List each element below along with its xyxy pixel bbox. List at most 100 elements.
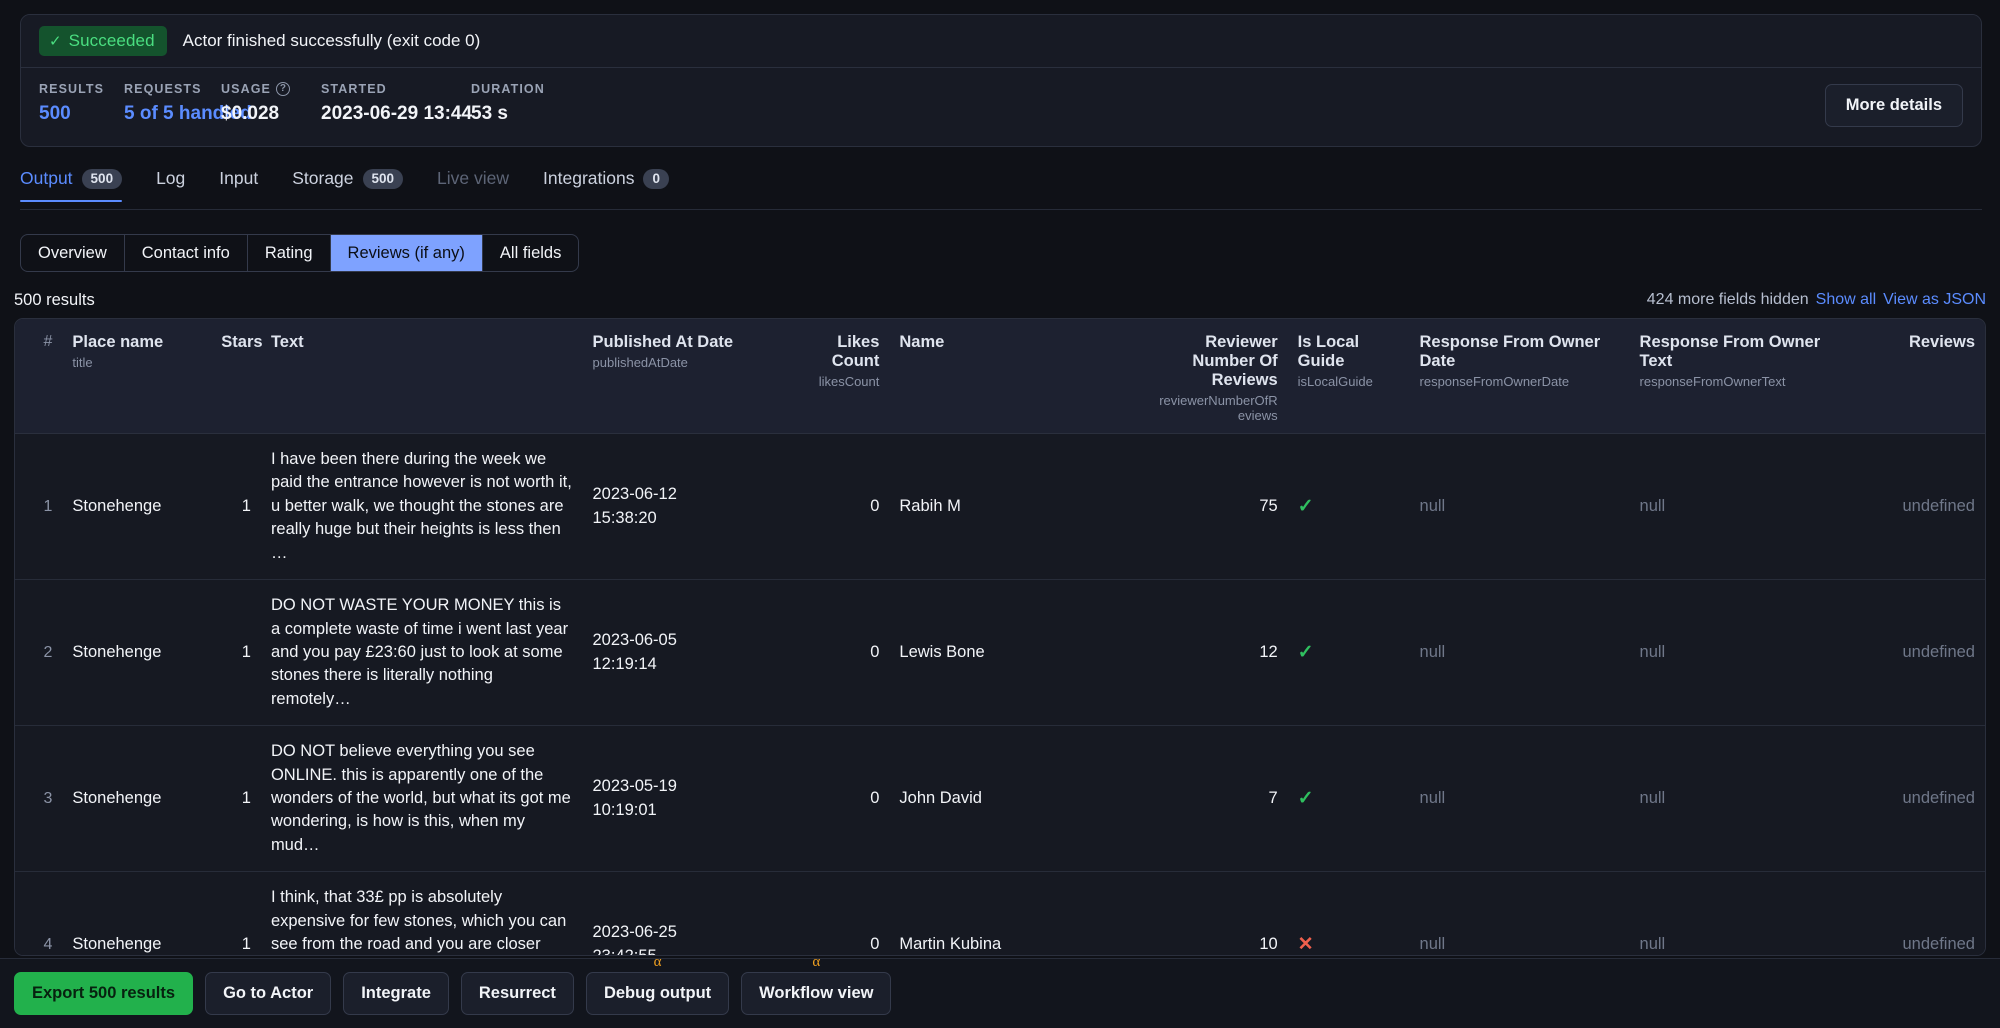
debug-output-label: Debug output xyxy=(603,984,712,1002)
table-row[interactable]: 2 Stonehenge 1 DO NOT WASTE YOUR MONEY this… xyxy=(15,579,1985,727)
metric-started-label: STARTED xyxy=(321,82,387,96)
cell-stars: 1 xyxy=(211,433,261,581)
col-response-from-owner-text-field: responseFromOwnerText xyxy=(1639,374,1786,389)
metric-results-value[interactable]: 500 xyxy=(39,103,124,125)
tab-input[interactable]: Input xyxy=(202,168,275,201)
cell-place-name: Stonehenge xyxy=(62,725,212,873)
metric-usage-label: USAGE ? xyxy=(221,82,321,96)
status-badge: ✓ Succeeded xyxy=(39,26,167,56)
tab-output-count: 500 xyxy=(81,168,123,189)
results-table-head: # Place name title Stars Text Published … xyxy=(15,319,1985,434)
cell-response-from-owner-date: null xyxy=(1409,433,1630,581)
results-table-body: 1 Stonehenge 1 I have been there during the… xyxy=(15,433,1985,956)
check-icon: ✓ xyxy=(49,32,62,50)
metric-usage: USAGE ? $0.028 xyxy=(221,82,321,125)
metric-duration: DURATION 53 s xyxy=(471,82,591,125)
col-response-from-owner-date: Response From Owner Date responseFromOwn… xyxy=(1409,319,1630,434)
metric-results-label: RESULTS xyxy=(39,82,105,96)
integrate-button[interactable]: Integrate xyxy=(343,972,449,1015)
cell-is-local-guide: ✕ xyxy=(1287,871,1410,956)
cell-reviewer-number-of-reviews: 75 xyxy=(1146,433,1288,581)
view-reviews[interactable]: Reviews (if any) xyxy=(330,235,483,271)
tab-output-label: Output xyxy=(20,168,73,188)
cell-response-from-owner-text: null xyxy=(1629,725,1850,873)
cell-text: I think, that 33£ pp is absolutely expen… xyxy=(260,871,583,955)
resurrect-button[interactable]: Resurrect xyxy=(460,972,574,1015)
view-overview[interactable]: Overview xyxy=(21,235,125,271)
bottom-toolbar: Export 500 results Go to Actor Integrate… xyxy=(0,954,2000,1028)
check-icon: ✓ xyxy=(1297,788,1314,810)
main-tabs: Output 500 Log Input Storage 500 Live vi… xyxy=(20,168,1982,210)
debug-output-button[interactable]: α Debug output xyxy=(585,954,730,1015)
metric-requests-value[interactable]: 5 of 5 handled xyxy=(124,103,252,125)
more-details-button[interactable]: More details xyxy=(1824,84,1963,127)
results-count: 500 results xyxy=(14,291,95,309)
view-rating[interactable]: Rating xyxy=(248,235,331,271)
col-is-local-guide: Is Local Guide isLocalGuide xyxy=(1287,319,1410,434)
cell-stars: 1 xyxy=(211,871,261,955)
row-index: 3 xyxy=(15,725,63,873)
row-index: 2 xyxy=(15,579,63,727)
export-results-button[interactable]: Export 500 results xyxy=(14,972,194,1015)
cell-stars: 1 xyxy=(211,579,261,727)
row-index: 1 xyxy=(15,433,63,581)
cell-likes-count: 0 xyxy=(808,433,890,581)
metric-duration-value: 53 s xyxy=(471,103,508,124)
cell-response-from-owner-date: null xyxy=(1409,579,1630,727)
view-contact-info[interactable]: Contact info xyxy=(125,235,248,271)
actor-run-page: ✓ Succeeded Actor finished successfully … xyxy=(0,0,2000,1028)
table-row[interactable]: 4 Stonehenge 1 I think, that 33£ pp is abso… xyxy=(15,871,1985,956)
col-reviewer-number-of-reviews-field: reviewerNumberOfReviews xyxy=(1159,393,1278,423)
col-stars: Stars xyxy=(211,319,263,434)
metric-results: RESULTS 500 xyxy=(39,82,124,125)
tab-storage[interactable]: Storage 500 xyxy=(275,168,420,201)
cell-name: John David xyxy=(889,725,1147,873)
tab-storage-count: 500 xyxy=(362,168,404,189)
cell-response-from-owner-date: null xyxy=(1409,871,1630,955)
view-all-fields[interactable]: All fields xyxy=(483,235,578,271)
workflow-view-label: Workflow view xyxy=(759,984,874,1002)
metric-started: STARTED 2023-06-29 13:44 xyxy=(321,82,473,125)
tab-integrations[interactable]: Integrations 0 xyxy=(526,168,686,201)
tab-log[interactable]: Log xyxy=(139,168,202,201)
tab-input-label: Input xyxy=(219,168,259,188)
metric-started-value: 2023-06-29 13:44 xyxy=(321,103,473,124)
cell-response-from-owner-date: null xyxy=(1409,725,1630,873)
col-published-at-date-field: publishedAtDate xyxy=(592,355,688,370)
help-icon[interactable]: ? xyxy=(275,82,290,96)
run-status-card: ✓ Succeeded Actor finished successfully … xyxy=(20,14,1982,147)
col-text: Text xyxy=(260,319,583,434)
cell-published-at-date: 2023-05-19 10:19:01 xyxy=(582,725,809,873)
status-message: Actor finished successfully (exit code 0… xyxy=(182,31,481,50)
cell-text: DO NOT WASTE YOUR MONEY this is a comple… xyxy=(260,579,583,727)
go-to-actor-button[interactable]: Go to Actor xyxy=(205,972,332,1015)
view-as-json-link[interactable]: View as JSON xyxy=(1883,291,1986,309)
table-row[interactable]: 3 Stonehenge 1 DO NOT believe everything yo… xyxy=(15,725,1985,873)
tab-output[interactable]: Output 500 xyxy=(20,168,139,202)
col-index: # xyxy=(15,319,63,434)
results-table: # Place name title Stars Text Published … xyxy=(15,319,1985,956)
cell-reviews: undefined xyxy=(1849,579,1985,727)
check-icon: ✓ xyxy=(1297,642,1314,664)
col-published-at-date: Published At Date publishedAtDate xyxy=(582,319,809,434)
cell-name: Martin Kubina xyxy=(889,871,1147,955)
results-table-container[interactable]: # Place name title Stars Text Published … xyxy=(14,318,1986,956)
cell-likes-count: 0 xyxy=(808,871,890,955)
alpha-badge-workflow-view: α xyxy=(812,954,821,970)
table-row[interactable]: 1 Stonehenge 1 I have been there during the… xyxy=(15,433,1985,581)
col-place-name: Place name title xyxy=(62,319,212,434)
hidden-fields-label: 424 more fields hidden xyxy=(1646,291,1809,308)
cell-likes-count: 0 xyxy=(808,579,890,727)
metric-requests: REQUESTS 5 of 5 handled xyxy=(124,82,252,125)
cell-place-name: Stonehenge xyxy=(62,433,212,581)
show-all-link[interactable]: Show all xyxy=(1816,291,1876,309)
tab-storage-label: Storage xyxy=(292,168,354,188)
col-reviewer-number-of-reviews: Reviewer Number Of Reviews reviewerNumbe… xyxy=(1146,319,1288,434)
cell-text: I have been there during the week we pai… xyxy=(260,433,583,581)
cell-response-from-owner-text: null xyxy=(1629,579,1850,727)
col-place-name-field: title xyxy=(72,355,93,370)
workflow-view-button[interactable]: α Workflow view xyxy=(741,954,892,1015)
cross-icon: ✕ xyxy=(1297,934,1314,956)
metric-duration-label: DURATION xyxy=(471,82,545,96)
col-reviews: Reviews xyxy=(1849,319,1985,434)
